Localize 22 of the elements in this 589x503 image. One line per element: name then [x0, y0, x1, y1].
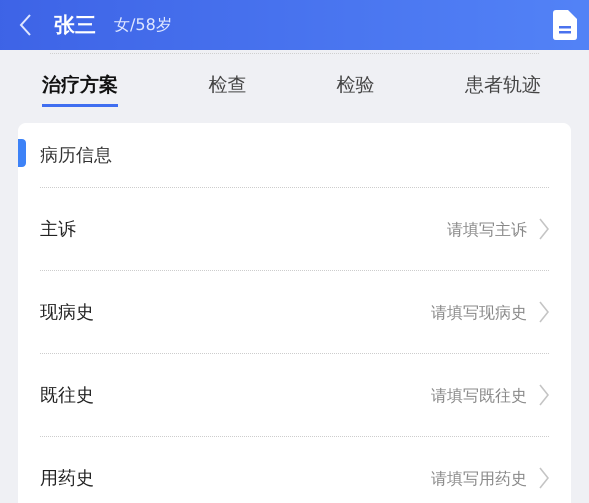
tab[interactable]: 患者轨迹 [464, 56, 541, 107]
patient-name: 张三 [54, 12, 96, 39]
input-field[interactable]: 请填写用药史 [94, 468, 529, 488]
document-icon[interactable] [553, 10, 577, 40]
input-field[interactable]: 请填写主诉 [76, 218, 529, 240]
field-label: 既往史 [40, 384, 94, 407]
field-label: 用药史 [40, 467, 94, 490]
input-field[interactable]: 请填写现病史 [94, 302, 529, 322]
chevron-right-icon[interactable] [539, 467, 549, 489]
back-icon[interactable] [18, 13, 32, 37]
chevron-right-icon[interactable] [539, 218, 549, 240]
chevron-right-icon[interactable] [539, 301, 549, 323]
section-title: 病历信息 [40, 144, 112, 167]
accent-bar [18, 139, 26, 167]
field-label: 主诉 [40, 218, 76, 241]
tab[interactable]: 检验 [336, 56, 375, 107]
input-field[interactable]: 请填写既往史 [94, 384, 529, 406]
field-label: 现病史 [40, 301, 94, 324]
patient-info: 女/58岁 [114, 14, 172, 36]
chevron-right-icon[interactable] [539, 384, 549, 406]
tab[interactable]: 治疗方案 [42, 56, 118, 107]
tab[interactable]: 检查 [208, 56, 246, 107]
